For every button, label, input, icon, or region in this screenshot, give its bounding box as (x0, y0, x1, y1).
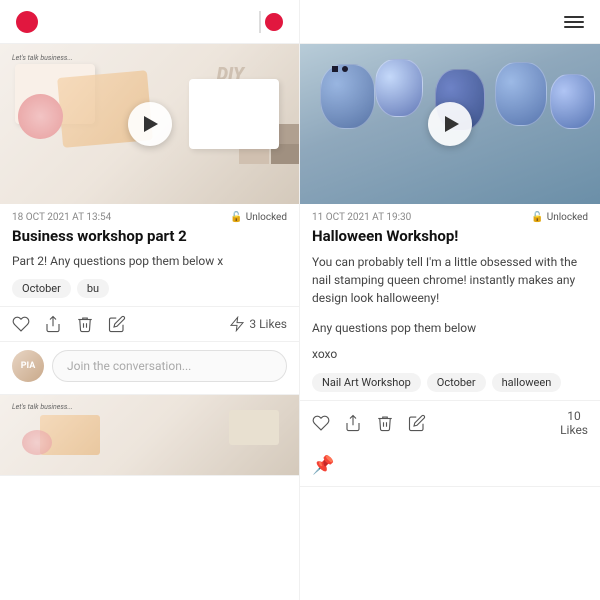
share-button-halloween[interactable] (344, 414, 362, 432)
user-avatar: PIA (12, 350, 44, 382)
likes-business: 3 Likes (229, 316, 287, 332)
post-desc-halloween-1: You can probably tell I'm a little obses… (300, 251, 600, 313)
trash-button-business[interactable] (76, 315, 94, 333)
nav-center-logo-left (255, 11, 283, 33)
unlock-label-business: Unlocked (246, 212, 287, 223)
lock-icon: 🔓 (230, 212, 242, 223)
avatar-initials: PIA (21, 361, 36, 371)
post-meta-business: 18 OCT 2021 AT 13:54 🔓 Unlocked (0, 204, 299, 223)
play-button-business[interactable] (128, 102, 172, 146)
pin-area: 📌 (300, 445, 600, 486)
nav-right (300, 0, 600, 44)
edit-button-business[interactable] (108, 315, 126, 333)
comment-area-business: PIA Join the conversation... (0, 341, 299, 394)
likes-halloween: 10 Likes (560, 409, 588, 438)
post-actions-business: 3 Likes (0, 306, 299, 341)
post-desc-halloween-2: Any questions pop them below (300, 313, 600, 343)
trash-button-halloween[interactable] (376, 414, 394, 432)
thumb-title-text: Let's talk business... (12, 54, 73, 62)
unlock-badge-halloween: 🔓 Unlocked (531, 212, 588, 223)
post-desc-business: Part 2! Any questions pop them below x (0, 251, 299, 276)
right-panel: 11 OCT 2021 AT 19:30 🔓 Unlocked Hallowee… (300, 44, 600, 600)
patreon-logo-left (16, 11, 38, 33)
heart-button-business[interactable] (12, 315, 30, 333)
edit-button-halloween[interactable] (408, 414, 426, 432)
comment-input-business[interactable]: Join the conversation... (52, 350, 287, 382)
orb-2 (375, 59, 423, 117)
left-panel: Let's talk business... DIY 1 (0, 44, 300, 600)
thumb2-text: Let's talk business... (12, 403, 73, 411)
tag-bu[interactable]: bu (77, 279, 109, 298)
play-button-halloween[interactable] (428, 102, 472, 146)
likes-label-halloween: Likes (560, 423, 588, 437)
unlock-label-halloween: Unlocked (547, 212, 588, 223)
post-date-business: 18 OCT 2021 AT 13:54 (12, 212, 111, 223)
share-button-business[interactable] (44, 315, 62, 333)
post-thumbnail-halloween (300, 44, 600, 204)
post-title-halloween: Halloween Workshop! (300, 223, 600, 251)
unlock-badge-business: 🔓 Unlocked (230, 212, 287, 223)
post-meta-halloween: 11 OCT 2021 AT 19:30 🔓 Unlocked (300, 204, 600, 223)
lock-icon-halloween: 🔓 (531, 212, 543, 223)
orb-5 (550, 74, 595, 129)
post-tags-business: October bu (0, 275, 299, 306)
patreon-logo-center (265, 13, 283, 31)
tag-october-halloween[interactable]: October (427, 373, 486, 392)
pin-button[interactable]: 📌 (312, 455, 334, 476)
tag-halloween[interactable]: halloween (492, 373, 562, 392)
content-area: Let's talk business... DIY 1 (0, 44, 600, 600)
orb-1 (320, 64, 375, 129)
tag-october[interactable]: October (12, 279, 71, 298)
likes-count-business: 3 Likes (249, 317, 287, 331)
post-tags-halloween: Nail Art Workshop October halloween (300, 369, 600, 400)
post-actions-halloween: 10 Likes (300, 400, 600, 446)
post-title-business: Business workshop part 2 (0, 223, 299, 251)
likes-count-halloween: 10 (567, 409, 581, 423)
hamburger-icon-right[interactable] (564, 16, 584, 28)
post-desc-halloween-3: xoxo (300, 343, 600, 369)
tag-nail-art-workshop[interactable]: Nail Art Workshop (312, 373, 421, 392)
post-date-halloween: 11 OCT 2021 AT 19:30 (312, 212, 411, 223)
post-card-business2: Let's talk business... (0, 395, 299, 476)
heart-button-halloween[interactable] (312, 414, 330, 432)
post-card-halloween: 11 OCT 2021 AT 19:30 🔓 Unlocked Hallowee… (300, 44, 600, 487)
orb-4 (495, 62, 547, 126)
post-card-business: Let's talk business... DIY 1 (0, 44, 299, 395)
nav-left (0, 0, 300, 44)
post-thumbnail-business: Let's talk business... DIY (0, 44, 299, 204)
post-thumbnail-business2: Let's talk business... (0, 395, 299, 475)
